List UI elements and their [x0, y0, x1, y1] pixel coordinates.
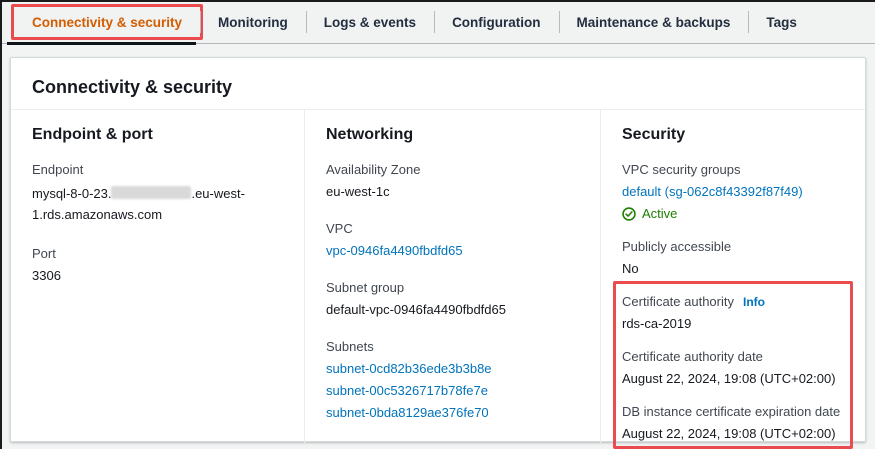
endpoint-value: mysql-8-0-23..eu-west-1.rds.amazonaws.co… [32, 183, 282, 225]
field-vpc-security-groups: VPC security groups default (sg-062c8f43… [622, 161, 843, 222]
page-title: Connectivity & security [32, 77, 845, 98]
endpoint-prefix: mysql-8-0-23. [32, 186, 111, 201]
subnet-group-value: default-vpc-0946fa4490fbdfd65 [326, 301, 578, 318]
tab-label: Maintenance & backups [577, 15, 731, 30]
section-title: Security [622, 126, 843, 144]
publicly-accessible-label: Publicly accessible [622, 238, 843, 255]
security-group-link[interactable]: default (sg-062c8f43392f87f49) [622, 184, 803, 199]
ca-label: Certificate authority [622, 293, 734, 310]
tab-label: Tags [766, 15, 797, 30]
subnet-link[interactable]: subnet-0bda8129ae376fe70 [326, 404, 578, 421]
section-title: Endpoint & port [32, 126, 282, 144]
publicly-accessible-value: No [622, 260, 843, 277]
tab-maintenance-backups[interactable]: Maintenance & backups [559, 2, 749, 43]
card-body: Endpoint & port Endpoint mysql-8-0-23..e… [11, 110, 865, 443]
expiry-value: August 22, 2024, 19:08 (UTC+02:00) [622, 425, 843, 442]
port-label: Port [32, 245, 282, 262]
field-port: Port 3306 [32, 245, 282, 284]
tab-configuration[interactable]: Configuration [434, 2, 558, 43]
subnets-label: Subnets [326, 338, 578, 355]
detail-tabs: Connectivity & security Monitoring Logs … [2, 2, 875, 44]
field-endpoint: Endpoint mysql-8-0-23..eu-west-1.rds.ama… [32, 161, 282, 225]
rds-connectivity-security-screen: Connectivity & security Monitoring Logs … [0, 0, 875, 449]
field-vpc: VPC vpc-0946fa4490fbdfd65 [326, 220, 578, 259]
tab-tags[interactable]: Tags [748, 2, 815, 43]
vpc-link[interactable]: vpc-0946fa4490fbdfd65 [326, 243, 463, 258]
tab-label: Configuration [452, 15, 540, 30]
redacted-blur [111, 186, 191, 199]
section-endpoint-port: Endpoint & port Endpoint mysql-8-0-23..e… [11, 110, 304, 443]
port-value: 3306 [32, 267, 282, 284]
endpoint-label: Endpoint [32, 161, 282, 178]
field-subnet-group: Subnet group default-vpc-0946fa4490fbdfd… [326, 279, 578, 318]
field-cert-expiration: DB instance certificate expiration date … [622, 403, 843, 442]
connectivity-security-card: Connectivity & security Endpoint & port … [10, 57, 866, 442]
info-link[interactable]: Info [743, 295, 765, 309]
subnet-link[interactable]: subnet-0cd82b36ede3b3b8e [326, 360, 578, 377]
card-header: Connectivity & security [11, 58, 865, 110]
tab-logs-events[interactable]: Logs & events [306, 2, 434, 43]
field-ca-date: Certificate authority date August 22, 20… [622, 348, 843, 387]
field-subnets: Subnets subnet-0cd82b36ede3b3b8e subnet-… [326, 338, 578, 421]
tab-label: Monitoring [218, 15, 288, 30]
field-certificate-authority: Certificate authority Info rds-ca-2019 [622, 293, 843, 332]
certificate-group: Certificate authority Info rds-ca-2019 C… [622, 293, 843, 442]
section-security: Security VPC security groups default (sg… [600, 110, 865, 443]
subnet-group-label: Subnet group [326, 279, 578, 296]
tab-label: Logs & events [324, 15, 416, 30]
tab-label: Connectivity & security [32, 15, 182, 30]
ca-value: rds-ca-2019 [622, 315, 843, 332]
status-badge: Active [642, 205, 677, 222]
sg-status: Active [622, 205, 843, 222]
subnet-link[interactable]: subnet-00c5326717b78fe7e [326, 382, 578, 399]
az-value: eu-west-1c [326, 183, 578, 200]
expiry-label: DB instance certificate expiration date [622, 403, 843, 420]
tab-connectivity-security[interactable]: Connectivity & security [14, 2, 200, 43]
tab-monitoring[interactable]: Monitoring [200, 2, 306, 43]
field-availability-zone: Availability Zone eu-west-1c [326, 161, 578, 200]
field-publicly-accessible: Publicly accessible No [622, 238, 843, 277]
az-label: Availability Zone [326, 161, 578, 178]
vpc-sg-label: VPC security groups [622, 161, 843, 178]
ca-date-label: Certificate authority date [622, 348, 843, 365]
section-title: Networking [326, 126, 578, 144]
ca-date-value: August 22, 2024, 19:08 (UTC+02:00) [622, 370, 843, 387]
section-networking: Networking Availability Zone eu-west-1c … [304, 110, 600, 443]
check-circle-icon [622, 207, 636, 221]
vpc-label: VPC [326, 220, 578, 237]
